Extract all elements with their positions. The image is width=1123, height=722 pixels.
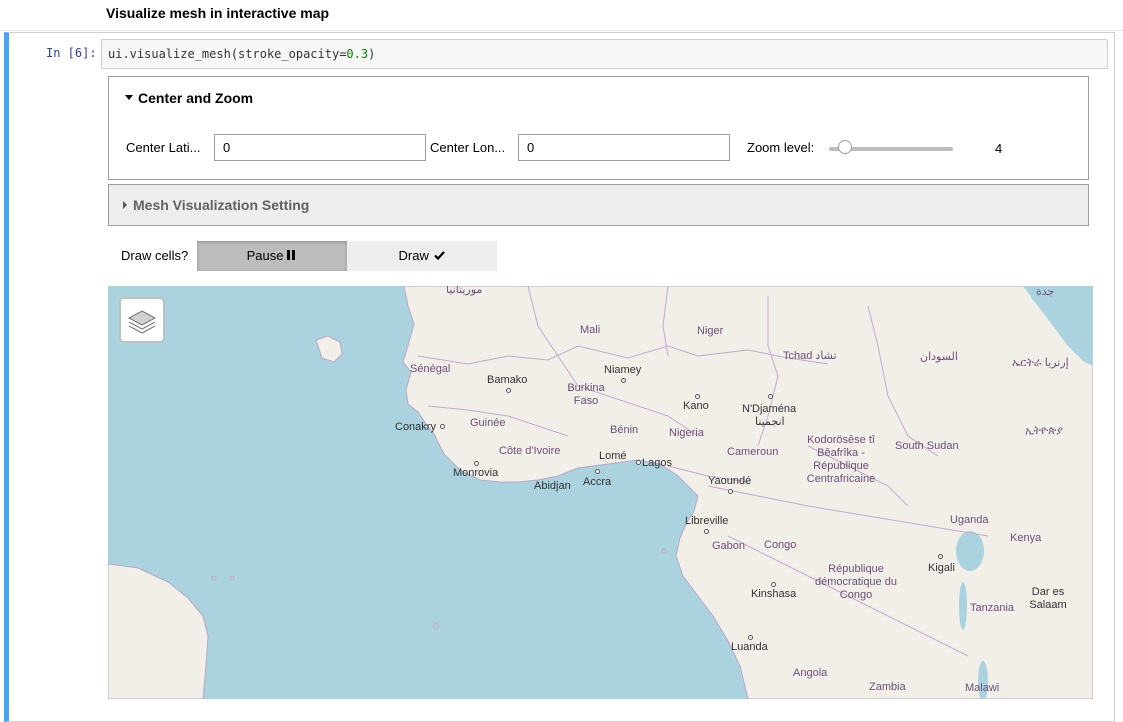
pause-button[interactable]: Pause (197, 241, 347, 271)
map-city-lome: Lomé (599, 450, 627, 462)
code-text: ui.visualize_mesh(stroke_opacity= (108, 47, 347, 61)
city-marker-icon (771, 582, 776, 587)
center-lon-label: Center Lon... (430, 140, 506, 155)
map-land (108, 286, 1093, 699)
map-label-cameroon: Cameroun (727, 446, 779, 458)
mesh-setting-panel[interactable]: Mesh Visualization Setting (108, 184, 1089, 226)
map-label-mauritania: موريتانيا (446, 286, 483, 296)
zoom-label: Zoom level: (747, 140, 815, 155)
pause-icon (287, 241, 297, 271)
city-marker-icon (621, 378, 626, 383)
map-label-car: Kodorösêse tî Bêafrîka - République Cent… (806, 434, 876, 485)
city-marker-icon (595, 469, 600, 474)
draw-cells-label: Draw cells? (121, 248, 189, 263)
map-city-kigali: Kigali (928, 562, 955, 574)
map-city-kano: Kano (683, 400, 709, 412)
map-label-burkina-faso: Burkina Faso (567, 382, 605, 407)
zoom-value: 4 (995, 141, 1003, 156)
map-label-ethiopia: ኢትዮጵያ (1025, 425, 1063, 437)
map-label-mali: Mali (580, 324, 601, 336)
code-number: 0.3 (346, 47, 369, 61)
map-city-conakry: Conakry (395, 421, 436, 433)
map-label-congo: Congo (764, 539, 797, 551)
center-zoom-title: Center and Zoom (138, 90, 254, 106)
city-marker-icon (704, 529, 709, 534)
map-city-luanda: Luanda (731, 641, 768, 653)
city-marker-icon (768, 394, 773, 399)
map-city-accra: Accra (583, 476, 612, 488)
city-marker-icon (695, 394, 700, 399)
caret-right-icon (123, 201, 127, 210)
map-label-sudan: السودان (920, 351, 958, 363)
map-label-senegal: Sénégal (410, 363, 451, 375)
map-label-drc: République démocratique du Congo (815, 563, 897, 601)
city-marker-icon (474, 461, 479, 466)
map-label-gabon: Gabon (712, 540, 746, 552)
mesh-setting-header[interactable]: Mesh Visualization Setting (123, 197, 309, 213)
mesh-setting-title: Mesh Visualization Setting (133, 197, 310, 213)
map-city-dar-es-salaam: Dar es Salaam (1029, 586, 1067, 611)
interactive-map[interactable]: موريتانيا Mali Niger Tchad تشاد السودان … (108, 286, 1093, 699)
city-marker-icon (440, 424, 445, 429)
map-city-bamako: Bamako (487, 374, 528, 386)
map-label-jeddah: جدة (1036, 286, 1055, 298)
map-city-abidjan: Abidjan (534, 480, 571, 492)
layers-control-button[interactable] (119, 297, 165, 343)
layers-icon (127, 310, 157, 334)
map-label-nigeria: Nigeria (669, 427, 704, 439)
map-label-zambia: Zambia (869, 681, 906, 693)
zoom-slider-handle[interactable] (838, 140, 852, 154)
map-label-niger: Niger (697, 325, 724, 337)
map-label-angola: Angola (793, 667, 828, 679)
map-label-south-sudan: South Sudan (895, 440, 959, 452)
map-city-niamey: Niamey (604, 364, 642, 376)
city-marker-icon (728, 489, 733, 494)
check-icon (434, 251, 446, 261)
map-city-yaounde: Yaoundé (708, 475, 752, 487)
pause-label: Pause (246, 248, 284, 263)
map-label-guinea: Guinée (470, 417, 506, 429)
map-label-cote-divoire: Côte d'Ivoire (499, 445, 561, 457)
map-label-tanzania: Tanzania (970, 602, 1015, 614)
city-marker-icon (636, 460, 641, 465)
city-marker-icon (506, 388, 511, 393)
draw-button[interactable]: Draw (347, 241, 497, 271)
code-editor[interactable]: ui.visualize_mesh(stroke_opacity=0.3) (101, 39, 1108, 69)
center-lat-input[interactable] (214, 134, 426, 161)
draw-label: Draw (398, 248, 429, 263)
map-label-eritrea: ኤርትራ إرتريا (1012, 357, 1069, 369)
city-marker-icon (938, 554, 943, 559)
map-city-lagos: Lagos (642, 457, 672, 469)
cell-prompt: In [6]: (46, 46, 97, 60)
map-city-monrovia: Monrovia (453, 467, 499, 479)
map-label-benin: Bénin (610, 424, 639, 436)
map-label-malawi: Malawi (965, 682, 1000, 694)
map-label-kenya: Kenya (1010, 532, 1042, 544)
map-city-ndjamena: N'Djaména (742, 403, 797, 415)
code-text-end: ) (368, 47, 376, 61)
caret-down-icon (125, 94, 133, 100)
center-zoom-panel: Center and Zoom Center Lati... Center Lo… (108, 76, 1089, 180)
map-city-libreville: Libreville (685, 515, 729, 527)
center-zoom-header[interactable]: Center and Zoom (125, 90, 253, 106)
map-label-chad: Tchad تشاد (783, 350, 837, 362)
center-lon-input[interactable] (518, 134, 730, 161)
map-city-ndjamena-ar: انجمينا (755, 416, 785, 428)
map-label-uganda: Uganda (950, 514, 989, 526)
markdown-heading: Visualize mesh in interactive map (106, 5, 330, 21)
city-marker-icon (748, 635, 753, 640)
center-lat-label: Center Lati... (126, 140, 201, 155)
map-city-kinshasa: Kinshasa (751, 588, 797, 600)
